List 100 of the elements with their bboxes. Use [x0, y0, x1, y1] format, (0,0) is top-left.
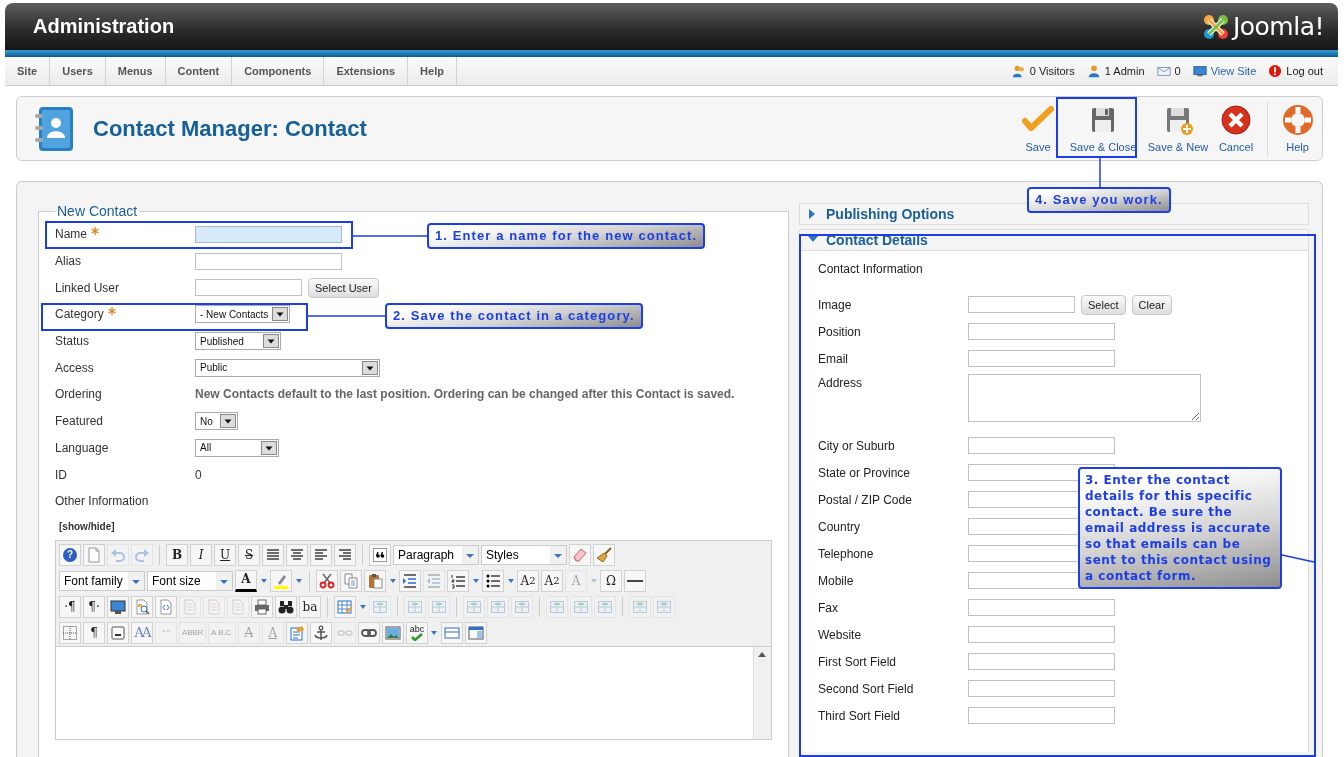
caret-icon — [259, 576, 268, 585]
spellcheck-button[interactable]: abc — [405, 621, 428, 644]
page-icon — [182, 598, 198, 615]
undo-arrow-icon — [110, 546, 126, 563]
table-icon — [490, 598, 506, 615]
caret-icon — [550, 545, 566, 564]
toolbar-button[interactable] — [369, 543, 391, 566]
input-field[interactable] — [968, 626, 1115, 643]
table-icon — [632, 598, 648, 615]
input-field[interactable] — [195, 252, 342, 270]
input-field[interactable] — [968, 707, 1115, 724]
horizontal-rule-icon — [627, 579, 643, 582]
format-button[interactable]: ¶· — [83, 595, 105, 618]
field-label: Website — [818, 627, 863, 642]
toolbar-button[interactable] — [107, 621, 129, 644]
logo-text: Joomla! — [1232, 12, 1324, 41]
table-icon — [656, 598, 672, 615]
highlighter-icon — [273, 572, 289, 589]
input-field[interactable] — [968, 599, 1115, 616]
caret-icon — [220, 414, 236, 429]
page-break-icon — [110, 624, 126, 641]
id-value: 0 — [195, 467, 202, 482]
field-label: Country — [818, 519, 862, 534]
menu-item[interactable]: Site — [5, 57, 51, 85]
monitor-icon — [110, 598, 126, 615]
input-field[interactable] — [195, 225, 342, 243]
image-button[interactable]: Select — [1081, 294, 1126, 315]
help-button[interactable]: Help — [1267, 100, 1317, 157]
editor-dropdown[interactable]: Font size — [147, 570, 233, 591]
cancel-button[interactable]: Cancel — [1211, 100, 1261, 157]
select-user-button[interactable]: Select User — [308, 277, 379, 298]
accordion-title[interactable]: Publishing Options — [826, 206, 955, 222]
save-button[interactable]: Save — [1015, 100, 1061, 157]
editor-dropdown[interactable]: Font family — [59, 570, 145, 591]
view-site-link[interactable]: View Site — [1210, 65, 1257, 77]
strikethrough-button[interactable]: S — [238, 543, 260, 566]
menu-item[interactable]: Extensions — [324, 57, 409, 85]
menu-item[interactable]: Users — [50, 57, 106, 85]
logout-link[interactable]: Log out — [1286, 65, 1323, 77]
table-icon — [597, 598, 613, 615]
field-label: Third Sort Field — [818, 708, 902, 723]
toolbar-button[interactable] — [482, 569, 504, 592]
menu-item[interactable]: Components — [232, 57, 325, 85]
format-button[interactable]: ¶ — [83, 621, 105, 644]
input-field[interactable] — [968, 680, 1115, 697]
dropdown[interactable]: Published — [195, 332, 281, 351]
input-field[interactable] — [968, 653, 1115, 670]
leader-line — [1281, 554, 1315, 563]
input-field[interactable] — [968, 296, 1075, 313]
dropdown[interactable]: - New Contacts — [195, 305, 290, 324]
save-close-button[interactable]: Save & Close — [1061, 100, 1145, 157]
numbered-list-icon — [450, 572, 466, 589]
format-button[interactable]: ba — [299, 595, 321, 618]
menu-item[interactable]: Content — [165, 57, 233, 85]
toolbar-button[interactable] — [107, 595, 129, 618]
people-icon — [1011, 64, 1026, 78]
field-label: Second Sort Field — [818, 681, 915, 696]
menu-item[interactable]: Menus — [105, 57, 166, 85]
input-field[interactable] — [195, 279, 302, 297]
format-button[interactable]: Ω — [600, 569, 622, 592]
field-label: Position — [818, 324, 862, 339]
image-button[interactable]: Clear — [1131, 294, 1172, 315]
toolbar-button[interactable] — [364, 569, 386, 592]
toolbar-button[interactable] — [357, 621, 380, 644]
field-label: Linked User — [55, 280, 120, 295]
bulleted-list-icon — [485, 572, 501, 589]
toolbar-button[interactable] — [624, 569, 646, 592]
input-field[interactable] — [968, 437, 1115, 454]
window-icon — [443, 624, 460, 641]
help-button[interactable]: ? — [59, 543, 81, 566]
underline-button[interactable]: U — [214, 543, 236, 566]
bold-button[interactable]: B — [166, 543, 188, 566]
caret-icon — [430, 628, 439, 637]
menu-item[interactable]: Help — [408, 57, 457, 85]
dropdown[interactable]: Public — [195, 358, 380, 377]
caret-icon — [362, 360, 378, 375]
annotation-tooltip: 3. Enter the contact details for this specific contact. Be sure the email address is accurate so that emails can be sent to this contact using a contact form. — [1078, 467, 1282, 589]
field-label: Featured — [55, 414, 104, 429]
clipboard-icon — [288, 624, 305, 641]
save-new-button[interactable]: Save & New — [1145, 100, 1211, 157]
address-field[interactable] — [968, 374, 1201, 422]
show-hide-link[interactable]: [show/hide] — [59, 520, 115, 532]
editor-dropdown[interactable]: Paragraph — [393, 544, 479, 565]
table-icon — [549, 598, 565, 615]
dropdown[interactable]: No — [195, 412, 238, 431]
style-button[interactable]: AA — [131, 621, 153, 644]
field-label: Access — [55, 360, 94, 375]
field-label: State or Province — [818, 465, 912, 480]
toolbar-button[interactable] — [309, 621, 332, 644]
italic-button[interactable]: I — [190, 543, 212, 566]
input-field[interactable] — [968, 323, 1115, 340]
binoculars-icon — [278, 598, 294, 615]
format-button[interactable]: ·¶ — [59, 595, 81, 618]
text-color-button[interactable]: A — [235, 569, 257, 592]
input-field[interactable] — [968, 350, 1115, 367]
dropdown[interactable]: All — [195, 438, 279, 457]
caret-icon — [471, 576, 480, 585]
editor-dropdown[interactable]: Styles — [481, 544, 567, 565]
toolbar-button[interactable] — [275, 595, 297, 618]
table-icon — [573, 598, 589, 615]
